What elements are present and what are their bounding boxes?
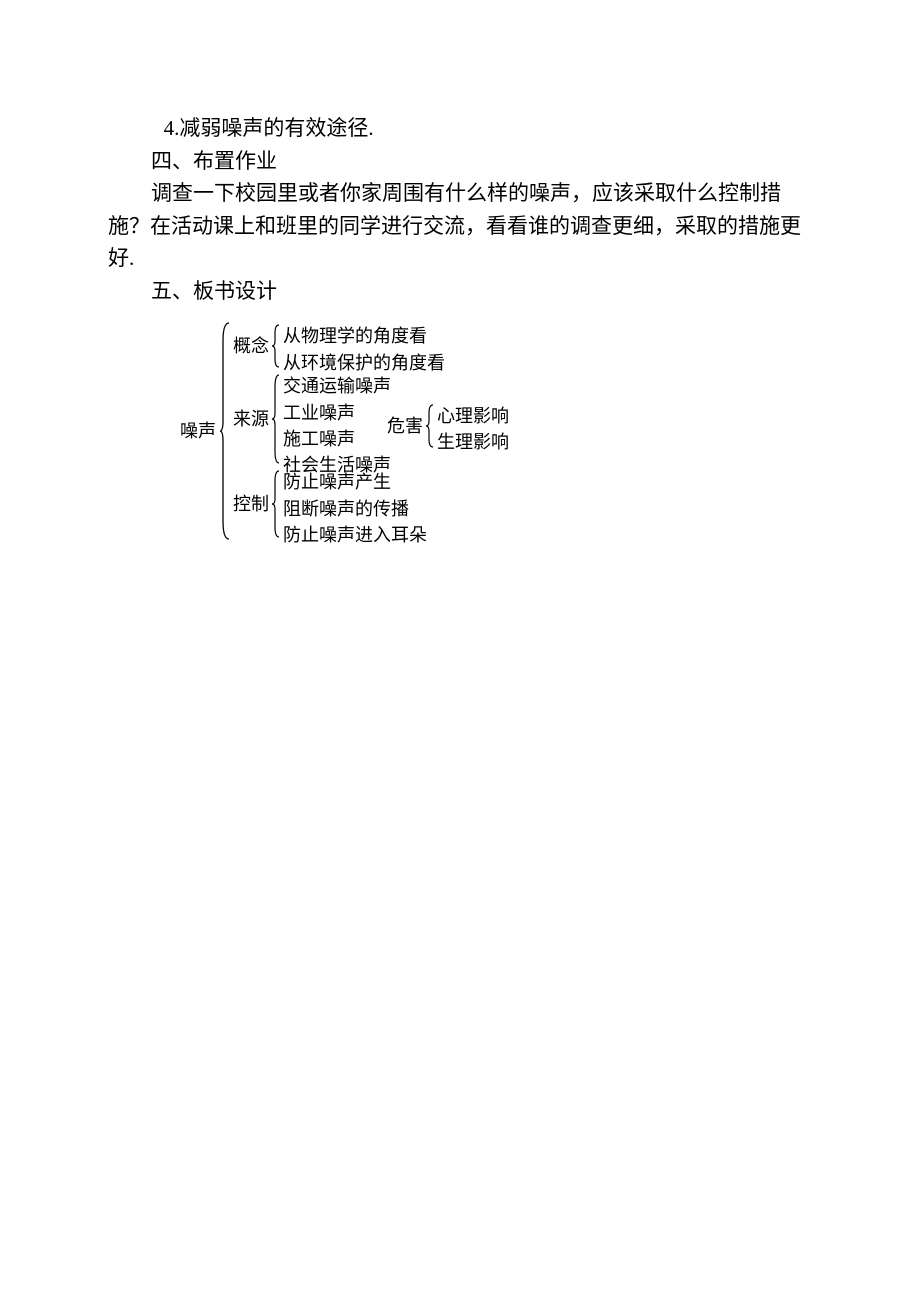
danger-label: 危害 bbox=[387, 414, 425, 438]
brace-icon bbox=[219, 321, 231, 541]
source-item: 工业噪声 bbox=[283, 400, 355, 426]
concept-item: 从环境保护的角度看 bbox=[283, 350, 445, 376]
concept-item: 从物理学的角度看 bbox=[283, 323, 445, 349]
source-label: 来源 bbox=[233, 407, 271, 431]
section-heading-homework: 四、布置作业 bbox=[108, 145, 812, 178]
root-label: 噪声 bbox=[180, 419, 218, 443]
summary-point-4: 4.减弱噪声的有效途径. bbox=[108, 112, 812, 145]
source-item: 施工噪声 bbox=[283, 426, 355, 452]
danger-item: 心理影响 bbox=[437, 403, 509, 429]
control-item: 防止噪声产生 bbox=[283, 469, 427, 495]
brace-icon bbox=[271, 323, 281, 369]
control-item: 防止噪声进入耳朵 bbox=[283, 522, 427, 548]
homework-text: 调查一下校园里或者你家周围有什么样的噪声，应该采取什么控制措施？在活动课上和班里… bbox=[108, 177, 812, 275]
brace-icon bbox=[425, 403, 435, 449]
brace-icon bbox=[271, 469, 281, 539]
control-item: 阻断噪声的传播 bbox=[283, 496, 427, 522]
control-label: 控制 bbox=[233, 492, 271, 516]
section-heading-board: 五、板书设计 bbox=[108, 275, 812, 308]
board-diagram: 噪声 概念 从物理学的角度看 从环境保护的角度看 bbox=[180, 321, 812, 541]
source-item: 交通运输噪声 bbox=[283, 373, 509, 399]
concept-label: 概念 bbox=[233, 334, 271, 358]
brace-icon bbox=[271, 373, 281, 465]
